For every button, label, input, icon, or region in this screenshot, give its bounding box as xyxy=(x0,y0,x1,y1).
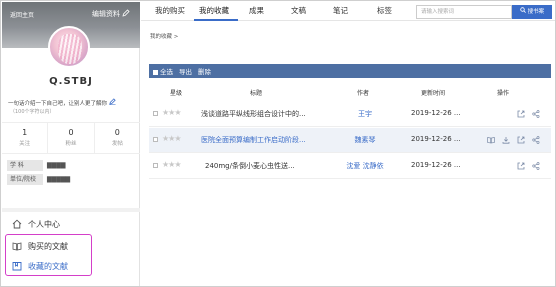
table-row[interactable]: ★★★ 医院全面预算编制工作启动阶段... 魏素琴 2019-12-26 ... xyxy=(149,128,551,153)
highlight-annotation-box xyxy=(5,234,92,276)
sidebar-item-personal-center[interactable]: 个人中心 xyxy=(2,213,140,235)
tab-purchases[interactable]: 我的购买 xyxy=(155,5,185,16)
motto-limit: （100个字符以内） xyxy=(10,109,55,115)
tab-collections[interactable]: 我的收藏 xyxy=(199,5,229,16)
stat-value: 0 xyxy=(114,128,120,137)
field-institution-value: ▇▇▇▇▇ xyxy=(47,176,71,183)
profile-stats: 1 关注 0 粉丝 0 发帖 xyxy=(2,122,140,154)
edit-profile-button[interactable]: 编辑资料 xyxy=(92,9,130,19)
back-home-link[interactable]: 返回主页 xyxy=(10,10,34,19)
share-icon[interactable] xyxy=(531,161,540,170)
tab-results[interactable]: 成果 xyxy=(249,5,264,16)
active-tab-indicator xyxy=(194,19,238,21)
pencil-icon xyxy=(122,9,130,19)
export-icon[interactable] xyxy=(516,161,525,170)
profile-sidebar: 返回主页 编辑资料 Q.STBJ 一句话介绍一下自己吧，让别人更了解你 （100… xyxy=(2,2,140,286)
row-date: 2019-12-26 ... xyxy=(411,161,461,169)
tab-notes[interactable]: 笔记 xyxy=(333,5,348,16)
search-button[interactable]: 搜书案 xyxy=(512,5,552,19)
row-checkbox[interactable] xyxy=(153,137,158,142)
col-title: 标题 xyxy=(250,90,263,97)
col-author: 作者 xyxy=(357,90,370,97)
star-rating[interactable]: ★★★ xyxy=(162,160,181,169)
share-icon[interactable] xyxy=(531,109,540,118)
avatar[interactable] xyxy=(48,26,90,68)
field-subject-label: 学 科 xyxy=(7,160,43,171)
export-icon[interactable] xyxy=(516,109,525,118)
table-header: 星级 标题 作者 更新时间 操作 xyxy=(149,85,551,99)
top-tabs: 我的购买 我的收藏 成果 文稿 笔记 标签 请输入搜索词 搜书案 xyxy=(141,2,555,21)
main-panel: 我的购买 我的收藏 成果 文稿 笔记 标签 请输入搜索词 搜书案 我的收藏 > … xyxy=(141,2,555,286)
export-button[interactable]: 导出 xyxy=(179,66,192,76)
col-updated: 更新时间 xyxy=(421,90,446,97)
row-actions xyxy=(480,109,540,118)
stat-label: 粉丝 xyxy=(65,141,77,147)
username: Q.STBJ xyxy=(49,76,93,87)
search-icon xyxy=(520,7,526,13)
stat-followers[interactable]: 0 粉丝 xyxy=(48,123,95,153)
stat-posts[interactable]: 0 发帖 xyxy=(95,123,140,153)
edit-profile-label: 编辑资料 xyxy=(92,10,120,18)
search-input[interactable]: 请输入搜索词 xyxy=(416,5,512,19)
stat-value: 1 xyxy=(22,128,28,137)
field-subject-value: ▇▇▇▇ xyxy=(47,162,66,169)
row-author[interactable]: 魏素琴 xyxy=(329,135,401,145)
motto-label: 一句话介绍一下自己吧，让别人更了解你 xyxy=(8,101,108,107)
tab-manuscripts[interactable]: 文稿 xyxy=(291,5,306,16)
share-icon[interactable] xyxy=(531,135,540,144)
row-title[interactable]: 医院全面预算编制工作启动阶段... xyxy=(201,135,319,145)
stat-label: 发帖 xyxy=(111,141,123,147)
col-actions: 操作 xyxy=(497,90,510,97)
read-icon[interactable] xyxy=(486,135,495,144)
row-checkbox[interactable] xyxy=(153,163,158,168)
breadcrumb: 我的收藏 > xyxy=(150,34,179,40)
field-institution-label: 单位/院校 xyxy=(7,174,43,185)
export-icon[interactable] xyxy=(516,135,525,144)
row-date: 2019-12-26 ... xyxy=(411,135,461,143)
edit-motto-icon[interactable] xyxy=(109,98,116,107)
row-actions xyxy=(480,161,540,170)
home-icon xyxy=(2,219,22,229)
checkbox-icon xyxy=(153,69,158,75)
table-row[interactable]: ★★★ 240mg/条倒小麦心虫性送... 沈爱 沈静依 2019-12-26 … xyxy=(149,154,551,179)
star-rating[interactable]: ★★★ xyxy=(162,108,181,117)
app-frame: 返回主页 编辑资料 Q.STBJ 一句话介绍一下自己吧，让别人更了解你 （100… xyxy=(0,0,556,287)
row-date: 2019-12-26 ... xyxy=(411,109,461,117)
select-all-checkbox[interactable]: 全选 xyxy=(153,66,173,76)
motto-text[interactable]: 一句话介绍一下自己吧，让别人更了解你 xyxy=(8,98,116,107)
star-rating[interactable]: ★★★ xyxy=(162,134,181,143)
row-title[interactable]: 浅谈道路平纵线形组合设计中的... xyxy=(201,109,319,119)
sidebar-item-label: 个人中心 xyxy=(28,219,60,229)
stat-label: 关注 xyxy=(19,141,31,147)
select-all-label: 全选 xyxy=(160,68,173,76)
row-checkbox[interactable] xyxy=(153,111,158,116)
nav-divider xyxy=(2,208,140,212)
row-author[interactable]: 王宇 xyxy=(329,109,401,119)
row-title[interactable]: 240mg/条倒小麦心虫性送... xyxy=(205,161,323,171)
row-actions xyxy=(480,135,540,144)
stat-value: 0 xyxy=(68,128,74,137)
list-toolbar: 全选 导出 删除 xyxy=(149,64,551,78)
download-icon[interactable] xyxy=(501,135,510,144)
row-author[interactable]: 沈爱 沈静依 xyxy=(329,161,401,171)
delete-button[interactable]: 删除 xyxy=(198,66,211,76)
search-button-label: 搜书案 xyxy=(527,9,545,15)
stat-following[interactable]: 1 关注 xyxy=(2,123,49,153)
table-row[interactable]: ★★★ 浅谈道路平纵线形组合设计中的... 王宇 2019-12-26 ... xyxy=(149,102,551,127)
tab-tags[interactable]: 标签 xyxy=(377,5,392,16)
col-stars: 星级 xyxy=(170,90,183,97)
